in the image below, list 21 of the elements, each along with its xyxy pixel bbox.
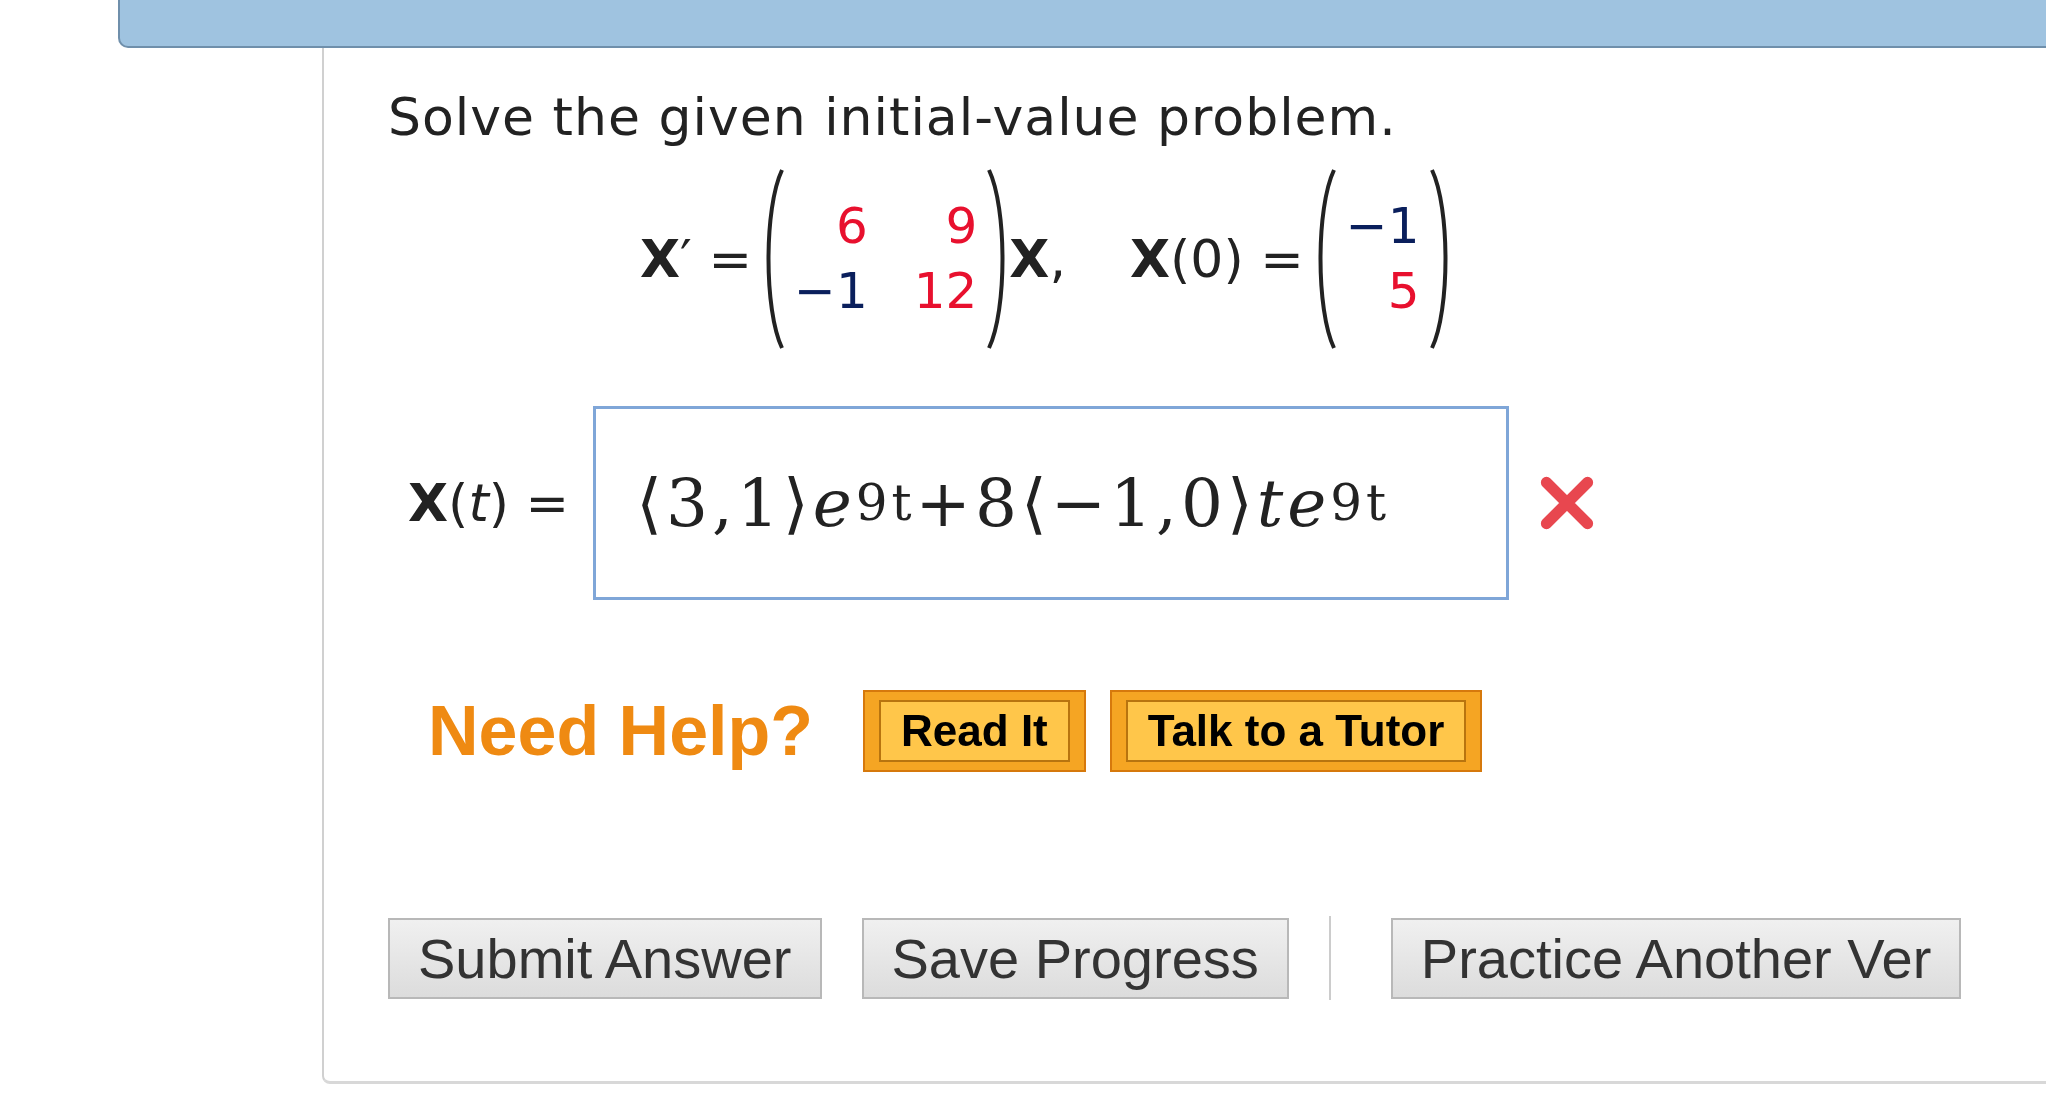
equation-text: X′ = (640, 229, 752, 290)
matrix-entry: 6 (835, 199, 868, 255)
right-parenthesis-icon (1429, 168, 1448, 351)
need-help-label: Need Help? (428, 691, 814, 772)
action-button[interactable]: Practice Another Ver (1390, 917, 1962, 999)
action-button[interactable]: Submit Answer (388, 917, 822, 999)
help-button[interactable]: Read It (879, 700, 1070, 763)
help-button[interactable]: Talk to a Tutor (1125, 700, 1467, 763)
answer-label: X(t) = (408, 473, 570, 534)
matrix-entry: 12 (913, 264, 978, 320)
right-parenthesis-icon (987, 168, 1006, 351)
action-button[interactable]: Save Progress (861, 917, 1289, 999)
equation-text: X(0) = (1129, 229, 1304, 290)
matrix-entry: 9 (945, 199, 978, 255)
matrix-entry: −1 (1345, 199, 1420, 255)
equation-text: X, (1009, 229, 1066, 290)
question-text: Solve the given initial-value problem. (388, 86, 1398, 149)
left-parenthesis-icon (1317, 168, 1336, 351)
matrix-entry: 5 (1387, 264, 1420, 320)
left-parenthesis-icon (766, 168, 784, 351)
matrix-entry: −1 (794, 264, 868, 320)
